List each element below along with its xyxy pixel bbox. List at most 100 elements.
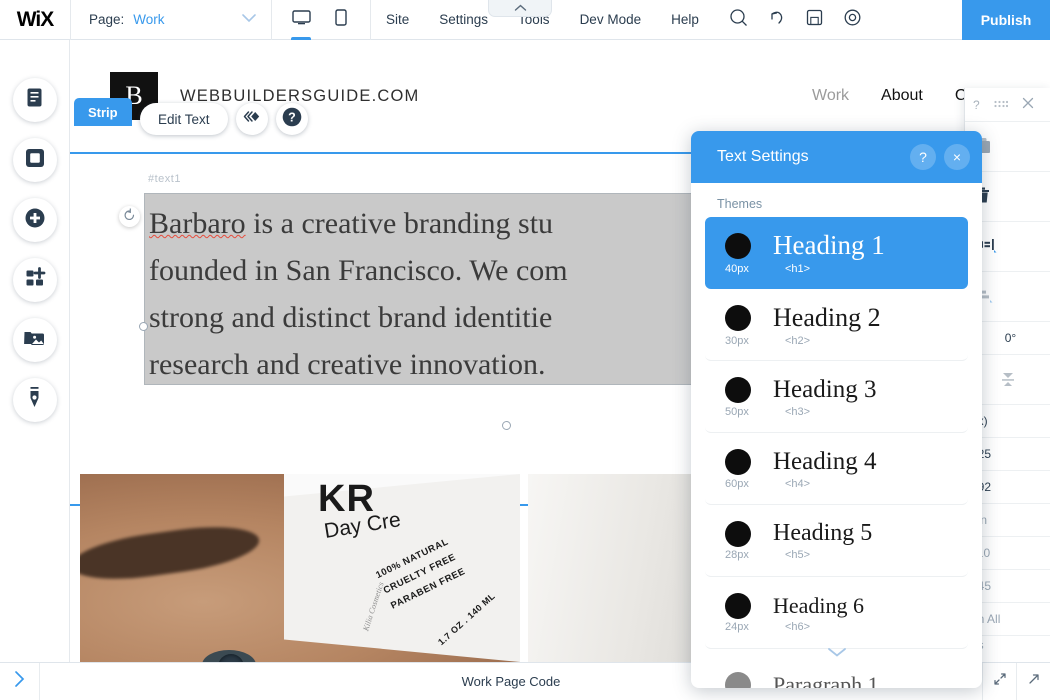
device-switcher bbox=[272, 0, 370, 40]
pages-icon bbox=[24, 87, 45, 113]
popout-icon bbox=[1027, 672, 1041, 691]
theme-name: Heading 4 bbox=[773, 447, 877, 475]
theme-color-swatch bbox=[725, 520, 751, 547]
background-icon bbox=[24, 147, 46, 174]
left-sidebar bbox=[0, 40, 70, 662]
edit-text-button[interactable]: Edit Text bbox=[140, 103, 228, 135]
animation-icon bbox=[242, 110, 261, 128]
text-line-1-rest: is a creative branding stu bbox=[253, 207, 554, 240]
menu-item-dev-mode[interactable]: Dev Mode bbox=[565, 0, 657, 40]
sidebar-item-add-apps[interactable] bbox=[12, 258, 57, 302]
menu-item-site[interactable]: Site bbox=[371, 0, 424, 40]
theme-item-heading-2[interactable]: Heading 2 30px <h2> bbox=[705, 289, 968, 361]
theme-item-heading-4[interactable]: Heading 4 60px <h4> bbox=[705, 433, 968, 505]
wix-logo[interactable]: WiX bbox=[0, 0, 70, 40]
theme-name: Heading 2 bbox=[773, 302, 881, 332]
sidebar-item-blog[interactable] bbox=[12, 378, 57, 422]
theme-name: Heading 6 bbox=[773, 592, 865, 618]
theme-tag: <h1> bbox=[785, 263, 811, 275]
theme-size: 60px bbox=[725, 477, 749, 490]
undo-icon bbox=[767, 8, 786, 32]
theme-size: 40px bbox=[725, 263, 749, 275]
themes-section-label: Themes bbox=[717, 197, 763, 211]
pen-icon bbox=[27, 386, 42, 414]
text-settings-title: Text Settings bbox=[717, 148, 809, 165]
svg-text:?: ? bbox=[288, 110, 296, 124]
theme-item-heading-5[interactable]: Heading 5 28px <h5> bbox=[705, 505, 968, 577]
mobile-icon bbox=[335, 8, 347, 31]
drag-dots-icon[interactable] bbox=[994, 98, 1008, 112]
rotate-handle[interactable] bbox=[119, 206, 140, 227]
media-icon bbox=[23, 327, 46, 353]
theme-color-swatch bbox=[725, 376, 751, 403]
animation-button[interactable] bbox=[235, 103, 268, 135]
element-toolbar: Edit Text ? bbox=[140, 103, 308, 135]
sidebar-item-background[interactable] bbox=[12, 138, 57, 182]
theme-tag: <h4> bbox=[785, 477, 811, 490]
help-button[interactable]: ? bbox=[275, 103, 308, 135]
theme-color-swatch bbox=[725, 304, 751, 331]
resize-handle-left[interactable] bbox=[139, 322, 148, 331]
sidebar-item-my-uploads[interactable] bbox=[12, 318, 57, 362]
undo-button[interactable] bbox=[758, 0, 796, 40]
theme-item-paragraph-1[interactable]: Paragraph 1 bbox=[705, 649, 968, 688]
code-panel-expand-button[interactable] bbox=[982, 662, 1016, 700]
preview-button[interactable] bbox=[834, 0, 872, 40]
help-icon: ? bbox=[281, 106, 303, 133]
close-icon[interactable] bbox=[1022, 97, 1034, 112]
gallery-image-eye[interactable]: KR Day Cre 100% NATURAL CRUELTY FREE PAR… bbox=[80, 474, 520, 662]
question-icon[interactable]: ? bbox=[973, 98, 980, 112]
text-settings-close-button[interactable]: × bbox=[944, 144, 970, 170]
misspelled-word: Barbaro bbox=[149, 207, 246, 240]
theme-size: 30px bbox=[725, 334, 749, 347]
strip-label-tag[interactable]: Strip bbox=[74, 98, 132, 126]
menu-item-help[interactable]: Help bbox=[656, 0, 714, 40]
text-line-2: founded in San Francisco. We com bbox=[149, 254, 568, 287]
theme-item-heading-3[interactable]: Heading 3 50px <h3> bbox=[705, 361, 968, 433]
publish-button[interactable]: Publish bbox=[962, 0, 1050, 40]
code-panel-popout-button[interactable] bbox=[1016, 662, 1050, 700]
theme-item-heading-1[interactable]: Heading 1 40px <h1> bbox=[705, 217, 968, 289]
theme-name: Paragraph 1 bbox=[773, 671, 879, 689]
desktop-icon bbox=[291, 9, 311, 30]
page-selector[interactable]: Page: Work bbox=[71, 0, 271, 40]
iris-shape bbox=[218, 654, 244, 662]
text-settings-help-button[interactable]: ? bbox=[910, 144, 936, 170]
chevron-up-icon bbox=[514, 4, 527, 12]
save-icon bbox=[806, 9, 823, 31]
resize-handle-bottom[interactable] bbox=[502, 421, 511, 430]
themes-list[interactable]: Heading 1 40px <h1> Heading 2 30px <h2> bbox=[691, 217, 982, 688]
nav-link-work[interactable]: Work bbox=[812, 87, 849, 105]
theme-tag: <h2> bbox=[785, 334, 811, 347]
preview-icon bbox=[843, 8, 862, 32]
properties-panel-header: ? bbox=[965, 88, 1050, 122]
theme-color-swatch bbox=[725, 592, 751, 619]
text-line-4: research and creative innovation. bbox=[149, 348, 546, 381]
zoom-out-icon bbox=[729, 8, 748, 32]
flip-vertical-icon bbox=[999, 369, 1017, 390]
collapse-toolbar-tab[interactable] bbox=[488, 0, 552, 17]
wix-editor-window: WiX Page: Work Site Settings Tools Dev M… bbox=[0, 0, 1050, 700]
zoom-out-button[interactable] bbox=[720, 0, 758, 40]
page-selector-label: Page: bbox=[89, 12, 125, 27]
theme-color-swatch bbox=[725, 671, 751, 688]
expand-code-panel-button[interactable] bbox=[0, 662, 40, 700]
theme-tag: <h6> bbox=[785, 620, 811, 633]
top-icon-group bbox=[714, 0, 878, 40]
element-id-label: #text1 bbox=[148, 173, 181, 185]
theme-item-heading-6[interactable]: Heading 6 24px <h6> bbox=[705, 577, 968, 649]
sidebar-item-add[interactable] bbox=[12, 198, 57, 242]
save-button[interactable] bbox=[796, 0, 834, 40]
mobile-view-button[interactable] bbox=[328, 0, 354, 40]
theme-tag: <h3> bbox=[785, 405, 811, 418]
theme-size: 50px bbox=[725, 405, 749, 418]
chevron-right-icon bbox=[14, 670, 25, 693]
theme-size: 24px bbox=[725, 620, 749, 633]
theme-name: Heading 1 bbox=[773, 230, 885, 260]
text-settings-panel: Text Settings ? × Themes Heading 1 40px … bbox=[691, 131, 982, 688]
text-settings-header: Text Settings ? × bbox=[691, 131, 982, 183]
sidebar-item-menus-pages[interactable] bbox=[12, 78, 57, 122]
chevron-down-icon bbox=[241, 13, 257, 26]
nav-link-about[interactable]: About bbox=[881, 87, 923, 105]
desktop-view-button[interactable] bbox=[288, 0, 314, 40]
